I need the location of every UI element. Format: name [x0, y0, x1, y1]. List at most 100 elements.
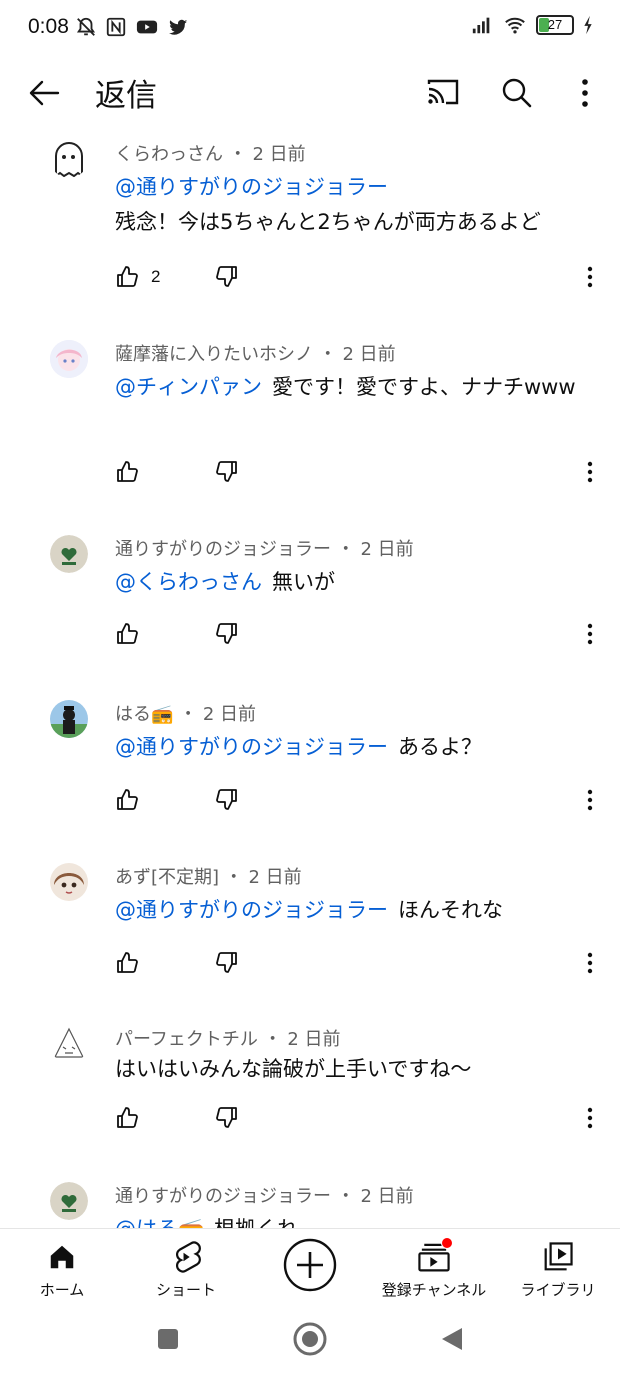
back-system-button[interactable]	[440, 1326, 464, 1356]
nav-library[interactable]: ライブラリ	[496, 1239, 620, 1300]
shorts-icon	[175, 1241, 201, 1273]
comment-item: はる📻 ・ 2 日前 @通りすがりのジョジョラー あるよ？	[0, 700, 620, 830]
comment-actions	[115, 457, 620, 487]
like-button[interactable]	[115, 457, 151, 487]
dislike-button[interactable]	[215, 264, 239, 292]
comment-actions	[115, 619, 620, 649]
like-button[interactable]	[115, 948, 151, 978]
comment-age: 2 日前	[287, 1029, 341, 1050]
mention-link[interactable]: @通りすがりのジョジョラー	[115, 175, 388, 199]
more-vertical-icon	[582, 79, 588, 107]
nav-home[interactable]: ホーム	[0, 1239, 124, 1300]
mention-link[interactable]: @通りすがりのジョジョラー	[115, 735, 388, 759]
comment-author[interactable]: はる📻	[115, 704, 173, 725]
comment-more-button[interactable]	[585, 262, 595, 292]
ghost-avatar-icon	[55, 142, 83, 178]
comment-meta: はる📻 ・ 2 日前	[115, 704, 257, 725]
comment-text: 愛です！愛ですよ、ナナチwww	[272, 375, 576, 399]
comment-meta: パーフェクトチル ・ 2 日前	[115, 1029, 341, 1050]
comment-more-button[interactable]	[585, 619, 595, 649]
home-system-button[interactable]	[293, 1322, 327, 1360]
thumbs-down-icon	[216, 789, 237, 810]
dislike-button[interactable]	[215, 787, 239, 815]
comment-body: @通りすがりのジョジョラー ほんそれな	[115, 893, 585, 928]
avatar[interactable]	[50, 340, 88, 378]
thumbs-down-icon	[216, 623, 237, 644]
recents-button[interactable]	[157, 1328, 179, 1354]
nav-library-label: ライブラリ	[520, 1281, 596, 1299]
comment-text: あるよ？	[398, 735, 482, 759]
comment-text: 残念！今は5ちゃんと2ちゃんが両方あるよど	[115, 210, 541, 234]
charging-icon	[584, 15, 592, 35]
mention-link[interactable]: @通りすがりのジョジョラー	[115, 898, 388, 922]
avatar[interactable]	[50, 140, 88, 178]
comment-age: 2 日前	[252, 144, 306, 165]
avatar[interactable]	[50, 700, 88, 738]
comment-author[interactable]: パーフェクトチル	[115, 1029, 258, 1050]
thumbs-up-icon	[117, 623, 138, 644]
mute-bell-icon	[76, 17, 96, 36]
notification-dot	[441, 1237, 453, 1249]
thumbs-up-icon	[117, 266, 138, 287]
create-button[interactable]	[248, 1237, 372, 1297]
cast-button[interactable]	[420, 70, 466, 116]
library-icon	[544, 1242, 573, 1271]
nav-subscriptions[interactable]: 登録チャンネル	[372, 1237, 496, 1300]
comment-item: パーフェクトチル ・ 2 日前 はいはいみんな論破が上手いですね〜	[0, 1025, 620, 1155]
app-bar: 返信	[0, 58, 620, 124]
twitter-icon	[168, 19, 188, 35]
comment-actions	[115, 948, 620, 978]
heart-badge-avatar-icon	[50, 1182, 88, 1220]
like-button[interactable]	[115, 785, 151, 815]
comment-age: 2 日前	[360, 539, 414, 560]
page-title: 返信	[95, 78, 157, 114]
mention-link[interactable]: @チィンパァン	[115, 375, 262, 399]
like-button[interactable]: 2	[115, 262, 160, 292]
avatar[interactable]	[50, 535, 88, 573]
more-vertical-icon	[587, 952, 593, 974]
back-button[interactable]	[22, 70, 68, 116]
more-vertical-icon	[587, 461, 593, 483]
avatar[interactable]	[50, 1182, 88, 1220]
comment-item: くらわっさん ・ 2 日前 @通りすがりのジョジョラー 残念！今は5ちゃんと2ちゃ…	[0, 140, 620, 310]
thumbs-down-icon	[216, 266, 237, 287]
comment-meta: 薩摩藩に入りたいホシノ ・ 2 日前	[115, 344, 396, 365]
dislike-button[interactable]	[215, 1105, 239, 1133]
comment-author[interactable]: 通りすがりのジョジョラー	[115, 1186, 331, 1207]
comment-meta: あず[不定期] ・ 2 日前	[115, 867, 302, 888]
anime-girl-avatar-icon	[50, 340, 88, 378]
like-button[interactable]	[115, 1103, 151, 1133]
search-button[interactable]	[494, 70, 540, 116]
more-options-button[interactable]	[562, 70, 608, 116]
comment-more-button[interactable]	[585, 1103, 595, 1133]
comment-more-button[interactable]	[585, 948, 595, 978]
thumbs-down-icon	[216, 1107, 237, 1128]
nav-shorts[interactable]: ショート	[124, 1239, 248, 1300]
comment-author[interactable]: 薩摩藩に入りたいホシノ	[115, 344, 313, 365]
avatar[interactable]	[50, 1025, 88, 1063]
square-icon	[158, 1329, 178, 1349]
comment-author[interactable]: くらわっさん	[115, 144, 223, 165]
youtube-icon	[136, 20, 158, 34]
system-navigation	[0, 1308, 620, 1378]
comment-age: 2 日前	[342, 344, 396, 365]
comment-author[interactable]: あず[不定期]	[115, 867, 219, 888]
mention-link[interactable]: @はる📻	[115, 1217, 204, 1228]
comment-author[interactable]: 通りすがりのジョジョラー	[115, 539, 331, 560]
sketch-face-avatar-icon	[50, 1025, 88, 1063]
anime-face-avatar-icon	[50, 863, 88, 901]
dislike-button[interactable]	[215, 950, 239, 978]
mention-link[interactable]: @くらわっさん	[115, 570, 262, 594]
comment-more-button[interactable]	[585, 457, 595, 487]
battery-level: 27	[547, 17, 563, 32]
like-button[interactable]	[115, 619, 151, 649]
comment-more-button[interactable]	[585, 785, 595, 815]
nfc-icon	[106, 17, 126, 37]
comment-body: @はる📻 根拠くれ	[115, 1212, 585, 1228]
character-avatar-icon	[50, 700, 88, 738]
add-circle-icon	[283, 1238, 337, 1292]
like-count: 2	[151, 267, 161, 286]
avatar[interactable]	[50, 863, 88, 901]
dislike-button[interactable]	[215, 621, 239, 649]
dislike-button[interactable]	[215, 459, 239, 487]
